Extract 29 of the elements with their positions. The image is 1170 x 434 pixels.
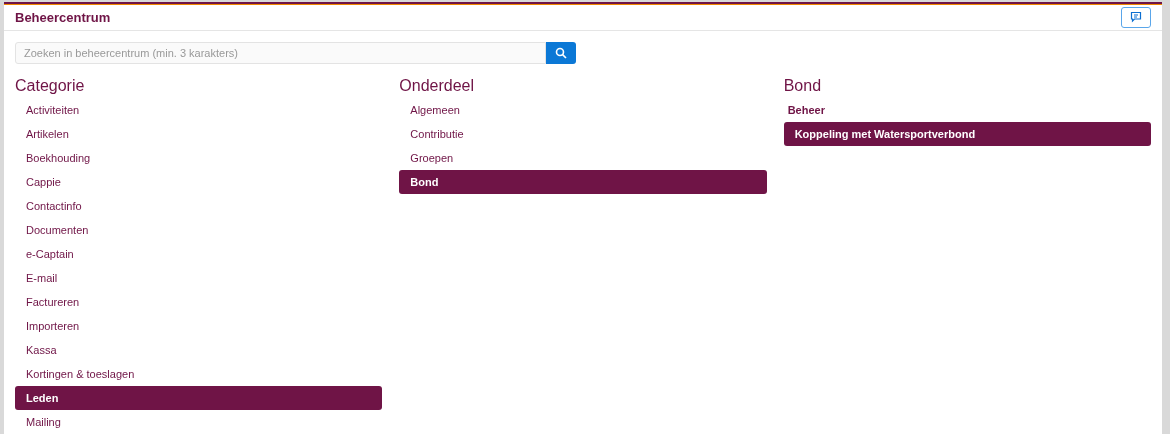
column-heading: Onderdeel	[399, 76, 476, 96]
menu-item[interactable]: Factureren	[15, 290, 383, 314]
menu-item[interactable]: Koppeling met Watersportverbond	[783, 122, 1151, 146]
column-heading: Categorie	[15, 76, 86, 96]
menu-item[interactable]: Bond	[399, 170, 767, 194]
chat-icon	[1130, 11, 1142, 24]
menu-item[interactable]: Cappie	[15, 170, 383, 194]
menu-item[interactable]: Groepen	[399, 146, 767, 170]
menu-item[interactable]: Contactinfo	[15, 194, 383, 218]
menu-item[interactable]: Documenten	[15, 218, 383, 242]
search-icon	[555, 47, 567, 59]
page-title: Beheercentrum	[15, 8, 111, 27]
menu-item[interactable]: e-Captain	[15, 242, 383, 266]
menu-item[interactable]: E-mail	[15, 266, 383, 290]
search-field[interactable]: Zoeken in beheercentrum (min. 3 karakters)	[15, 42, 546, 64]
menu-item[interactable]: Contributie	[399, 122, 767, 146]
column-heading: Bond	[783, 76, 823, 96]
menu-item[interactable]: Importeren	[15, 314, 383, 338]
menu-item[interactable]: Activiteiten	[15, 98, 383, 122]
feedback-button[interactable]	[1121, 7, 1151, 28]
group-heading: Beheer	[786, 102, 826, 118]
menu-item[interactable]: Leden	[15, 386, 383, 410]
menu-item[interactable]: Boekhouding	[15, 146, 383, 170]
menu-item[interactable]: Mailing	[15, 410, 383, 434]
menu-item[interactable]: Algemeen	[399, 98, 767, 122]
menu-item[interactable]: Kortingen & toeslagen	[15, 362, 383, 386]
menu-item[interactable]: Artikelen	[15, 122, 383, 146]
menu-item[interactable]: Kassa	[15, 338, 383, 362]
search-button[interactable]	[546, 42, 576, 64]
